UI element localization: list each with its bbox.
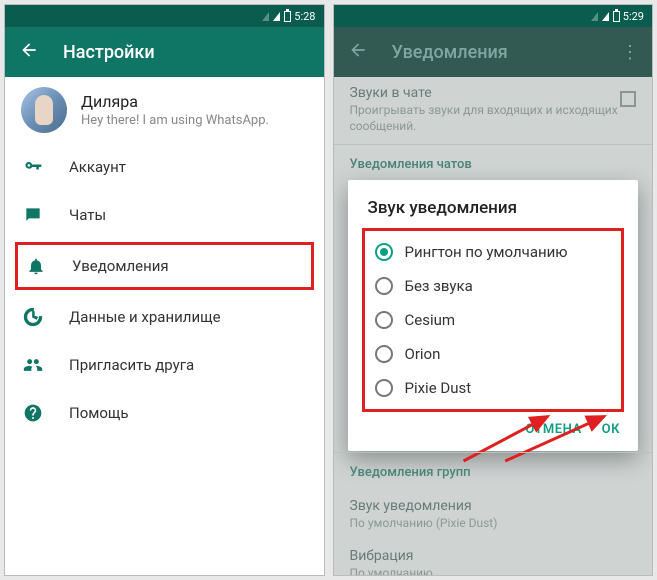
settings-label: Аккаунт (69, 158, 126, 176)
settings-label: Данные и хранилище (69, 308, 221, 326)
back-arrow-icon[interactable] (348, 40, 368, 64)
settings-label: Помощь (69, 404, 129, 422)
profile-name: Диляра (81, 92, 269, 111)
settings-item-notifications[interactable]: Уведомления (15, 242, 314, 290)
setting-chat-sounds[interactable]: Звуки в чате Проигрывать звуки для входя… (334, 77, 653, 142)
dialog-title: Звук уведомления (348, 198, 639, 228)
menu-dots-icon[interactable]: ⋮ (621, 42, 638, 63)
dialog-options-highlighted: Рингтон по умолчанию Без звука Cesium Or… (362, 228, 625, 412)
radio-icon (375, 243, 393, 261)
radio-icon (375, 345, 393, 363)
page-title: Настройки (63, 42, 155, 63)
settings-item-account[interactable]: Аккаунт (5, 143, 324, 191)
back-arrow-icon[interactable] (19, 40, 39, 64)
key-icon (23, 157, 43, 177)
section-header-chats: Уведомления чатов (334, 147, 653, 182)
radio-icon (375, 311, 393, 329)
radio-icon (375, 379, 393, 397)
settings-label: Чаты (69, 206, 106, 224)
settings-item-chats[interactable]: Чаты (5, 191, 324, 239)
radio-option-silent[interactable]: Без звука (365, 269, 622, 303)
section-header-groups: Уведомления групп (334, 455, 653, 490)
settings-item-data[interactable]: Данные и хранилище (5, 293, 324, 341)
phone-right-notifications: 5:29 Уведомления ⋮ Звуки в чате Проигрыв… (333, 4, 654, 576)
dialog-ok-button[interactable]: ОК (602, 422, 620, 437)
settings-label: Пригласить друга (69, 356, 194, 374)
setting-group-sound[interactable]: Звук уведомления По умолчанию (Pixie Dus… (334, 490, 653, 540)
settings-label: Уведомления (72, 257, 169, 275)
checkbox-icon[interactable] (620, 91, 636, 107)
radio-label: Рингтон по умолчанию (405, 243, 568, 261)
status-time: 5:29 (623, 10, 644, 23)
setting-subtitle: Проигрывать звуки для входящих и исходящ… (350, 103, 637, 134)
bell-icon (26, 256, 46, 276)
dialog-cancel-button[interactable]: ОТМЕНА (525, 422, 581, 437)
page-title: Уведомления (392, 42, 508, 63)
radio-option-default[interactable]: Рингтон по умолчанию (365, 235, 622, 269)
radio-label: Без звука (405, 277, 473, 295)
setting-vibration[interactable]: Вибрация По умолчанию (334, 540, 653, 576)
setting-subtitle: По умолчанию (350, 566, 637, 576)
radio-label: Cesium (405, 311, 456, 329)
sound-dialog: Звук уведомления Рингтон по умолчанию Бе… (348, 180, 639, 451)
app-bar: Настройки (5, 27, 324, 77)
radio-label: Pixie Dust (405, 379, 472, 397)
radio-label: Orion (405, 345, 441, 363)
data-icon (23, 307, 43, 327)
setting-title: Вибрация (350, 548, 637, 564)
setting-subtitle: По умолчанию (Pixie Dust) (350, 516, 637, 532)
settings-item-help[interactable]: Помощь (5, 389, 324, 437)
profile-status: Hey there! I am using WhatsApp. (81, 113, 269, 128)
status-bar: 5:29 (334, 5, 653, 27)
profile-row[interactable]: Диляра Hey there! I am using WhatsApp. (5, 77, 324, 143)
contacts-icon (23, 355, 43, 375)
phone-left-settings: 5:28 Настройки Диляра Hey there! I am us… (4, 4, 325, 576)
status-time: 5:28 (294, 10, 315, 23)
setting-title: Звук уведомления (350, 498, 637, 514)
chat-icon (23, 205, 43, 225)
radio-option-orion[interactable]: Orion (365, 337, 622, 371)
settings-item-invite[interactable]: Пригласить друга (5, 341, 324, 389)
radio-option-pixie[interactable]: Pixie Dust (365, 371, 622, 405)
setting-title: Звуки в чате (350, 85, 637, 101)
help-icon (23, 403, 43, 423)
status-bar: 5:28 (5, 5, 324, 27)
avatar (21, 87, 67, 133)
app-bar: Уведомления ⋮ (334, 27, 653, 77)
radio-option-cesium[interactable]: Cesium (365, 303, 622, 337)
radio-icon (375, 277, 393, 295)
